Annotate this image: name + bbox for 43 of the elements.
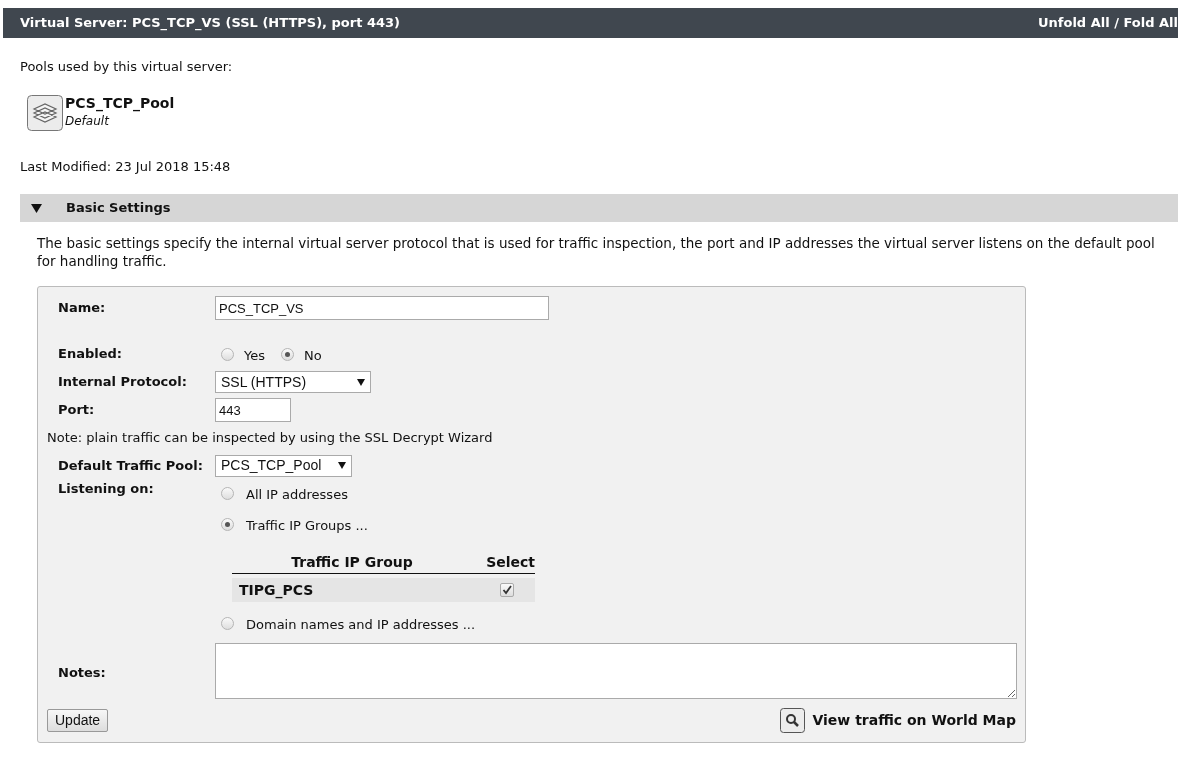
column-header: Traffic IP Group xyxy=(290,553,414,572)
section-header[interactable]: Basic Settings xyxy=(20,194,1178,222)
pool-note: Default xyxy=(65,112,111,130)
section-description: The basic settings specify the internal virtual server protocol that is used for traffic inspection, the port and IP addresses the virtual server listens on the default pool for handling traffic. xyxy=(37,234,1156,270)
stack-icon[interactable] xyxy=(27,94,63,131)
caret-icon xyxy=(338,462,346,469)
radio-button[interactable] xyxy=(221,486,234,500)
notes-field[interactable] xyxy=(215,643,1017,699)
field-label: Name: xyxy=(58,299,107,318)
checkbox[interactable] xyxy=(500,583,514,597)
radio-label: No xyxy=(304,346,322,365)
field-label: Default Traffic Pool: xyxy=(58,456,204,475)
field-label: Enabled: xyxy=(58,345,123,364)
pool-dropdown[interactable]: PCS_TCP_Pool xyxy=(215,454,352,477)
window-title: Virtual Server: PCS_TCP_VS (SSL (HTTPS), port 443) xyxy=(20,14,400,33)
pools-caption: Pools used by this virtual server: xyxy=(20,58,234,76)
column-header: Select xyxy=(485,553,535,572)
note-text: Note: plain traffic can be inspected by using the SSL Decrypt Wizard xyxy=(47,429,493,448)
section-title: Basic Settings xyxy=(66,199,171,218)
collapse-triangle-icon[interactable] xyxy=(31,202,42,214)
radio-button[interactable] xyxy=(221,517,234,531)
radio-button[interactable] xyxy=(221,616,234,630)
caret-icon xyxy=(357,378,365,386)
port-field[interactable]: 443 xyxy=(215,398,291,422)
update-button[interactable]: Update xyxy=(47,709,109,732)
search-icon[interactable] xyxy=(780,708,806,733)
radio-label: Domain names and IP addresses ... xyxy=(246,615,476,634)
field-label: Port: xyxy=(58,401,96,420)
table-cell-text: TIPG_PCS xyxy=(238,580,315,601)
radio-button[interactable] xyxy=(221,347,234,361)
last-modified: Last Modified: 23 Jul 2018 15:48 xyxy=(20,157,232,176)
name-field[interactable]: PCS_TCP_VS xyxy=(215,296,549,320)
world-map-link[interactable]: View traffic on World Map xyxy=(812,710,1016,731)
pool-link[interactable]: PCS_TCP_Pool xyxy=(65,94,175,112)
radio-label: Traffic IP Groups ... xyxy=(246,516,368,535)
unfold-fold-link[interactable]: Unfold All / Fold All xyxy=(1038,13,1178,33)
radio-label: All IP addresses xyxy=(246,485,348,504)
radio-label: Yes xyxy=(244,346,265,365)
field-label: Listening on: xyxy=(58,480,155,498)
field-label: Notes: xyxy=(58,664,107,683)
protocol-dropdown[interactable]: SSL (HTTPS) xyxy=(215,371,371,393)
radio-button[interactable] xyxy=(281,347,294,361)
field-label: Internal Protocol: xyxy=(58,373,188,392)
